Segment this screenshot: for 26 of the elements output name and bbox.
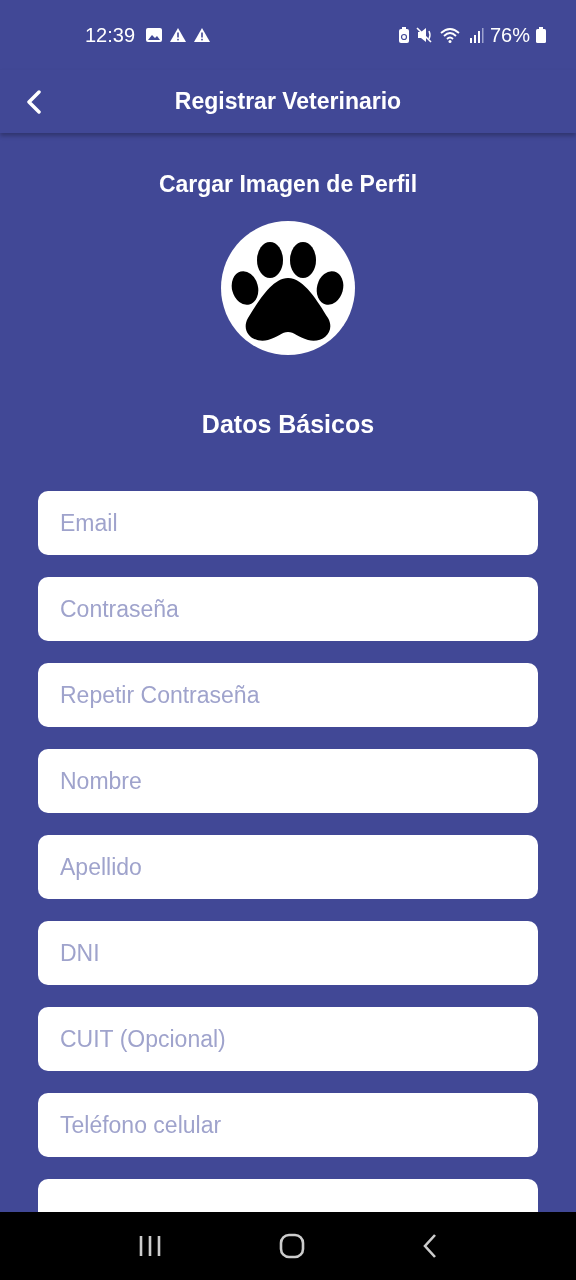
wifi-icon [439, 27, 462, 43]
upload-image-label: Cargar Imagen de Perfil [158, 171, 418, 198]
image-icon [145, 27, 164, 43]
screen-title: Registrar Veterinario [174, 88, 402, 115]
input-field[interactable]: Nombre [38, 749, 538, 813]
recent-apps-icon[interactable] [138, 1235, 163, 1257]
input-field[interactable]: Apellido [38, 835, 538, 899]
input-field[interactable]: DNI [38, 921, 538, 985]
input-field[interactable]: Teléfono celular [38, 1093, 538, 1157]
warning-icon [193, 27, 212, 43]
section-title: Datos Básicos [201, 410, 375, 439]
paw-avatar-icon[interactable] [220, 220, 356, 356]
back-icon [26, 90, 42, 114]
input-field[interactable]: CUIT (Opcional) [38, 1007, 538, 1071]
mute-icon [415, 27, 434, 43]
input-field[interactable]: Email [38, 491, 538, 555]
battery-saver-icon [397, 27, 410, 43]
back-nav-icon[interactable] [421, 1233, 438, 1259]
battery-icon [536, 27, 546, 43]
warning-icon [169, 27, 188, 43]
signal-icon [467, 27, 484, 43]
status-time: 12:39 [85, 23, 136, 47]
input-field[interactable]: Contraseña [38, 577, 538, 641]
home-icon[interactable] [279, 1233, 305, 1259]
battery-percent: 76% [489, 23, 530, 47]
input-field[interactable]: Repetir Contraseña [38, 663, 538, 727]
